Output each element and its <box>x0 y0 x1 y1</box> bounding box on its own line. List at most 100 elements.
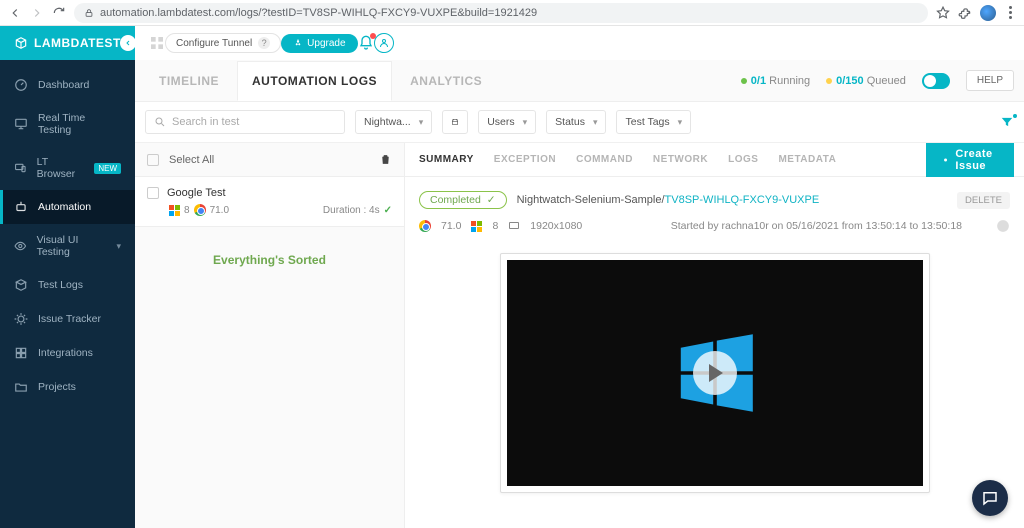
test-id-link[interactable]: TV8SP-WIHLQ-FXCY9-VUXPE <box>665 194 820 206</box>
detail-tab-logs[interactable]: LOGS <box>728 154 758 165</box>
sidebar-item-issuetracker[interactable]: Issue Tracker <box>0 302 135 336</box>
video-player[interactable] <box>500 253 930 493</box>
sidebar-item-label: Real Time Testing <box>38 112 121 136</box>
search-input[interactable]: Search in test <box>145 110 345 134</box>
filter-funnel-icon[interactable] <box>1000 115 1014 129</box>
windows-icon <box>169 205 180 216</box>
bookmark-icon[interactable] <box>936 6 950 20</box>
delete-button[interactable]: DELETE <box>957 192 1010 209</box>
chat-icon <box>981 489 999 507</box>
trash-icon[interactable] <box>379 153 392 166</box>
bug-icon <box>14 312 28 326</box>
brand-logo[interactable]: LAMBDATEST <box>14 36 121 50</box>
tab-timeline[interactable]: TIMELINE <box>145 62 233 100</box>
sidebar: Dashboard Real Time Testing LT Browser N… <box>0 60 135 528</box>
grid-icon <box>14 346 28 360</box>
browser-menu-icon[interactable] <box>1004 6 1016 19</box>
sidebar-item-label: Issue Tracker <box>38 313 101 325</box>
test-checkbox[interactable] <box>147 187 159 199</box>
detail-tab-summary[interactable]: SUMMARY <box>419 154 474 165</box>
share-icon[interactable] <box>996 219 1010 233</box>
reload-button[interactable] <box>52 6 66 20</box>
windows-icon <box>471 221 482 232</box>
main-panel: TIMELINE AUTOMATION LOGS ANALYTICS 0/1 R… <box>135 60 1024 528</box>
back-button[interactable] <box>8 6 22 20</box>
breadcrumb: Nightwatch-Selenium-Sample/TV8SP-WIHLQ-F… <box>517 194 820 206</box>
test-list-pane: Select All Google Test 8 71.0 Duration <box>135 143 405 528</box>
started-by: Started by rachna10r on 05/16/2021 from … <box>671 220 962 232</box>
select-all-label: Select All <box>169 154 214 166</box>
create-issue-button[interactable]: Create Issue <box>926 143 1013 177</box>
date-select[interactable] <box>442 110 468 134</box>
status-select[interactable]: Status▾ <box>546 110 606 134</box>
select-all-row: Select All <box>135 143 404 177</box>
configure-tunnel-button[interactable]: Configure Tunnel ? <box>165 33 281 53</box>
detail-tab-network[interactable]: NETWORK <box>653 154 708 165</box>
tab-analytics[interactable]: ANALYTICS <box>396 62 496 100</box>
page-tabs: TIMELINE AUTOMATION LOGS ANALYTICS 0/1 R… <box>135 60 1024 102</box>
sidebar-item-testlogs[interactable]: Test Logs <box>0 268 135 302</box>
monitor-icon <box>14 117 28 131</box>
sidebar-item-visualui[interactable]: Visual UI Testing ▾ <box>0 224 135 268</box>
tab-automation-logs[interactable]: AUTOMATION LOGS <box>237 61 392 101</box>
detail-tab-command[interactable]: COMMAND <box>576 154 633 165</box>
sidebar-item-label: LT Browser <box>37 156 85 180</box>
apps-grid-icon[interactable] <box>149 35 165 51</box>
test-row[interactable]: Google Test 8 71.0 Duration : 4s ✓ <box>135 177 404 227</box>
chrome-icon <box>419 220 431 232</box>
sidebar-item-ltbrowser[interactable]: LT Browser NEW <box>0 146 135 190</box>
select-all-checkbox[interactable] <box>147 154 159 166</box>
robot-icon <box>14 200 28 214</box>
help-button[interactable]: HELP <box>966 70 1014 91</box>
forward-button[interactable] <box>30 6 44 20</box>
sidebar-item-integrations[interactable]: Integrations <box>0 336 135 370</box>
lock-icon <box>84 8 94 18</box>
sidebar-item-automation[interactable]: Automation <box>0 190 135 224</box>
search-placeholder: Search in test <box>172 116 239 128</box>
sidebar-item-dashboard[interactable]: Dashboard <box>0 68 135 102</box>
os-version: 8 <box>184 205 190 216</box>
key-toggle[interactable] <box>922 73 950 89</box>
browser-version: 71.0 <box>210 205 229 216</box>
bug-icon <box>942 154 949 166</box>
sorted-message: Everything's Sorted <box>135 227 404 293</box>
sidebar-item-label: Integrations <box>38 347 93 359</box>
browser-chrome: automation.lambdatest.com/logs/?testID=T… <box>0 0 1024 26</box>
sidebar-item-realtime[interactable]: Real Time Testing <box>0 102 135 146</box>
upgrade-button[interactable]: Upgrade <box>281 34 357 53</box>
notifications-icon[interactable] <box>358 35 374 51</box>
rocket-icon <box>293 38 303 48</box>
detail-tab-metadata[interactable]: METADATA <box>778 154 836 165</box>
filter-bar: Search in test Nightwa...▾ Users▾ Status… <box>135 102 1024 143</box>
devices-icon <box>14 161 27 175</box>
sidebar-collapse-button[interactable] <box>120 35 136 51</box>
browser-select[interactable]: Nightwa...▾ <box>355 110 432 134</box>
test-name: Google Test <box>167 187 226 199</box>
url-bar[interactable]: automation.lambdatest.com/logs/?testID=T… <box>74 3 928 23</box>
box-icon <box>14 278 28 292</box>
extensions-icon[interactable] <box>958 6 972 20</box>
status-pill: Completed ✓ <box>419 191 507 209</box>
calendar-icon <box>451 116 459 128</box>
brand-name: LAMBDATEST <box>34 36 121 50</box>
sidebar-item-projects[interactable]: Projects <box>0 370 135 404</box>
check-icon: ✓ <box>384 205 392 216</box>
detail-pane: SUMMARY EXCEPTION COMMAND NETWORK LOGS M… <box>405 143 1024 528</box>
queued-stat: 0/150 Queued <box>826 75 906 87</box>
play-button-icon[interactable] <box>693 351 737 395</box>
create-issue-label: Create Issue <box>955 148 997 172</box>
url-text: automation.lambdatest.com/logs/?testID=T… <box>100 7 537 19</box>
help-icon: ? <box>258 37 270 49</box>
detail-tab-exception[interactable]: EXCEPTION <box>494 154 556 165</box>
meta-row: 71.0 8 1920x1080 Started by rachna10r on… <box>419 219 1010 233</box>
summary-section: Completed ✓ Nightwatch-Selenium-Sample/T… <box>405 177 1024 507</box>
tags-select[interactable]: Test Tags▾ <box>616 110 691 134</box>
new-badge: NEW <box>94 163 121 174</box>
profile-avatar[interactable] <box>980 5 996 21</box>
gauge-icon <box>14 78 28 92</box>
chat-widget[interactable] <box>972 480 1008 516</box>
sidebar-item-label: Test Logs <box>38 279 83 291</box>
users-select[interactable]: Users▾ <box>478 110 536 134</box>
sidebar-item-label: Projects <box>38 381 76 393</box>
user-menu[interactable] <box>374 33 394 53</box>
